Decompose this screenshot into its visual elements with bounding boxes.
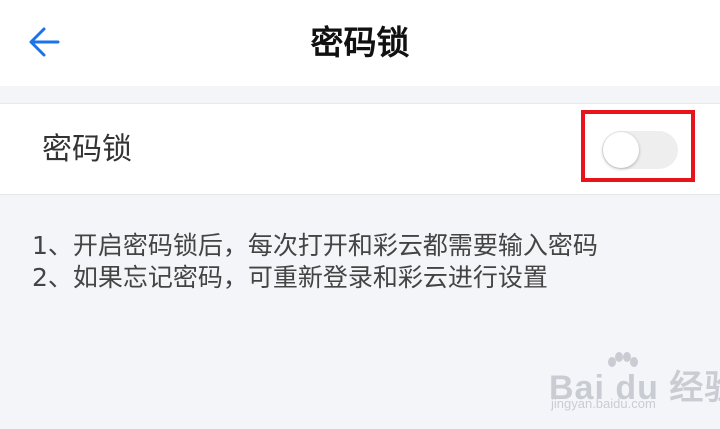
note-line: 1、开启密码锁后，每次打开和彩云都需要输入密码 (32, 231, 598, 260)
notes: 1、开启密码锁后，每次打开和彩云都需要输入密码 2、如果忘记密码，可重新登录和彩… (32, 230, 712, 294)
watermark: Bai du 经验 jingyan.baidu.com (549, 352, 720, 412)
password-lock-toggle[interactable] (602, 131, 678, 169)
password-lock-label: 密码锁 (42, 132, 132, 167)
watermark-url: jingyan.baidu.com (551, 396, 656, 411)
top-bar: 密码锁 (0, 0, 720, 86)
page-title: 密码锁 (310, 23, 410, 62)
note-line: 2、如果忘记密码，可重新登录和彩云进行设置 (32, 263, 548, 292)
toggle-knob (603, 132, 639, 168)
